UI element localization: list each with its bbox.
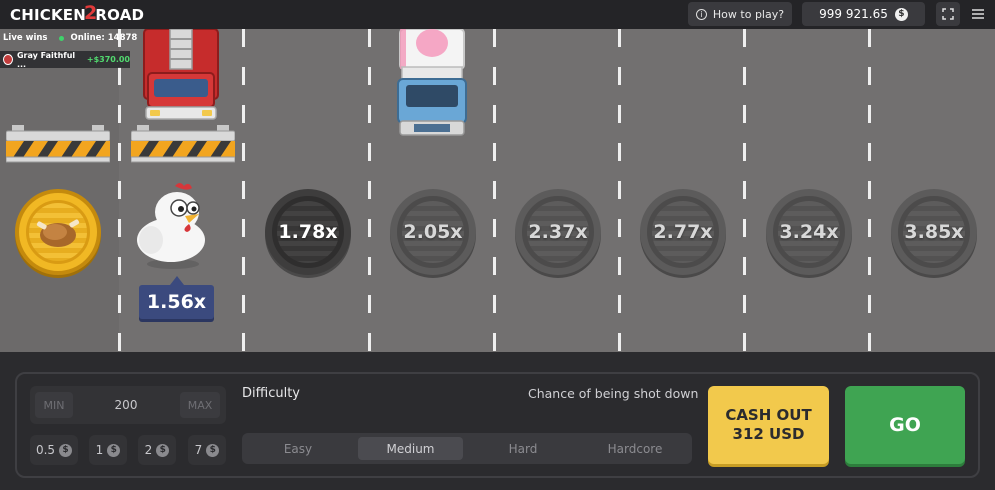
- fullscreen-icon: [942, 8, 954, 20]
- difficulty-easy[interactable]: Easy: [246, 437, 350, 460]
- lane-divider: [118, 29, 121, 352]
- lane-divider: [368, 29, 371, 352]
- multiplier-manhole-1[interactable]: 1.78x: [265, 189, 351, 275]
- balance-display: 999 921.65 $: [802, 2, 925, 26]
- game-logo: CHICKEN 2 ROAD: [10, 2, 145, 24]
- live-wins-header: Live wins Online: 14878: [0, 29, 137, 47]
- lane-divider: [618, 29, 621, 352]
- cash-out-button[interactable]: CASH OUT 312 USD: [708, 386, 829, 464]
- lane-divider: [868, 29, 871, 352]
- multiplier-manhole-3: 2.37x: [515, 189, 601, 275]
- how-to-play-button[interactable]: i How to play?: [688, 2, 792, 26]
- difficulty-hardcore[interactable]: Hardcore: [583, 437, 687, 460]
- dollar-coin-icon: $: [894, 7, 908, 21]
- winner-name: Gray Faithful ...: [16, 50, 76, 69]
- chance-label: Chance of being shot down: [528, 386, 699, 401]
- barrier: [6, 125, 110, 163]
- dollar-coin-icon: $: [107, 443, 121, 457]
- live-win-entry: Gray Faithful ... +$370.00: [0, 50, 130, 69]
- dollar-coin-icon: $: [206, 443, 220, 457]
- bet-max-button[interactable]: MAX: [180, 392, 220, 418]
- lane-divider: [743, 29, 746, 352]
- lane-divider: [493, 29, 496, 352]
- current-multiplier-tag: 1.56x: [139, 276, 214, 319]
- barrier: [131, 125, 235, 163]
- bet-min-button[interactable]: MIN: [35, 392, 73, 418]
- online-count: Online: 14878: [70, 33, 138, 43]
- quick-bet-2[interactable]: 2 $: [138, 435, 176, 465]
- fire-truck: [143, 29, 219, 120]
- quick-bet-1[interactable]: 1 $: [89, 435, 127, 465]
- live-wins-title: Live wins: [3, 33, 48, 43]
- multiplier-manhole-2: 2.05x: [390, 189, 476, 275]
- hamburger-icon: [972, 9, 984, 19]
- go-button[interactable]: GO: [845, 386, 965, 464]
- difficulty-hard[interactable]: Hard: [471, 437, 575, 460]
- multiplier-manhole-6: 3.85x: [891, 189, 977, 275]
- menu-button[interactable]: [968, 4, 988, 24]
- lane-divider: [242, 29, 245, 352]
- dollar-coin-icon: $: [156, 443, 170, 457]
- bet-amount-input[interactable]: 200: [95, 392, 157, 418]
- dollar-coin-icon: $: [59, 443, 73, 457]
- top-bar: CHICKEN 2 ROAD i How to play? 999 921.65 $: [0, 0, 995, 29]
- difficulty-label: Difficulty: [242, 386, 300, 401]
- info-icon: i: [695, 8, 707, 20]
- live-wins-panel: Live wins Online: 14878 Gray Faithful ..…: [0, 29, 137, 69]
- start-coin: [15, 189, 101, 275]
- quick-bet-7[interactable]: 7 $: [188, 435, 226, 465]
- multiplier-manhole-4: 2.77x: [640, 189, 726, 275]
- quick-bet-0-5[interactable]: 0.5 $: [30, 435, 78, 465]
- win-amount: +$370.00: [86, 55, 130, 64]
- chicken-character: [137, 183, 205, 269]
- ice-cream-truck: [397, 29, 467, 136]
- multiplier-manhole-5: 3.24x: [766, 189, 852, 275]
- roast-chicken-icon: [36, 219, 80, 247]
- fullscreen-button[interactable]: [936, 2, 960, 26]
- online-dot-icon: [59, 35, 65, 41]
- difficulty-medium[interactable]: Medium: [358, 437, 463, 460]
- game-app: 1.56x 1.78x 2.05x 2.37x 2.77x 3.24x 3.85…: [0, 0, 995, 490]
- avatar: [3, 54, 13, 65]
